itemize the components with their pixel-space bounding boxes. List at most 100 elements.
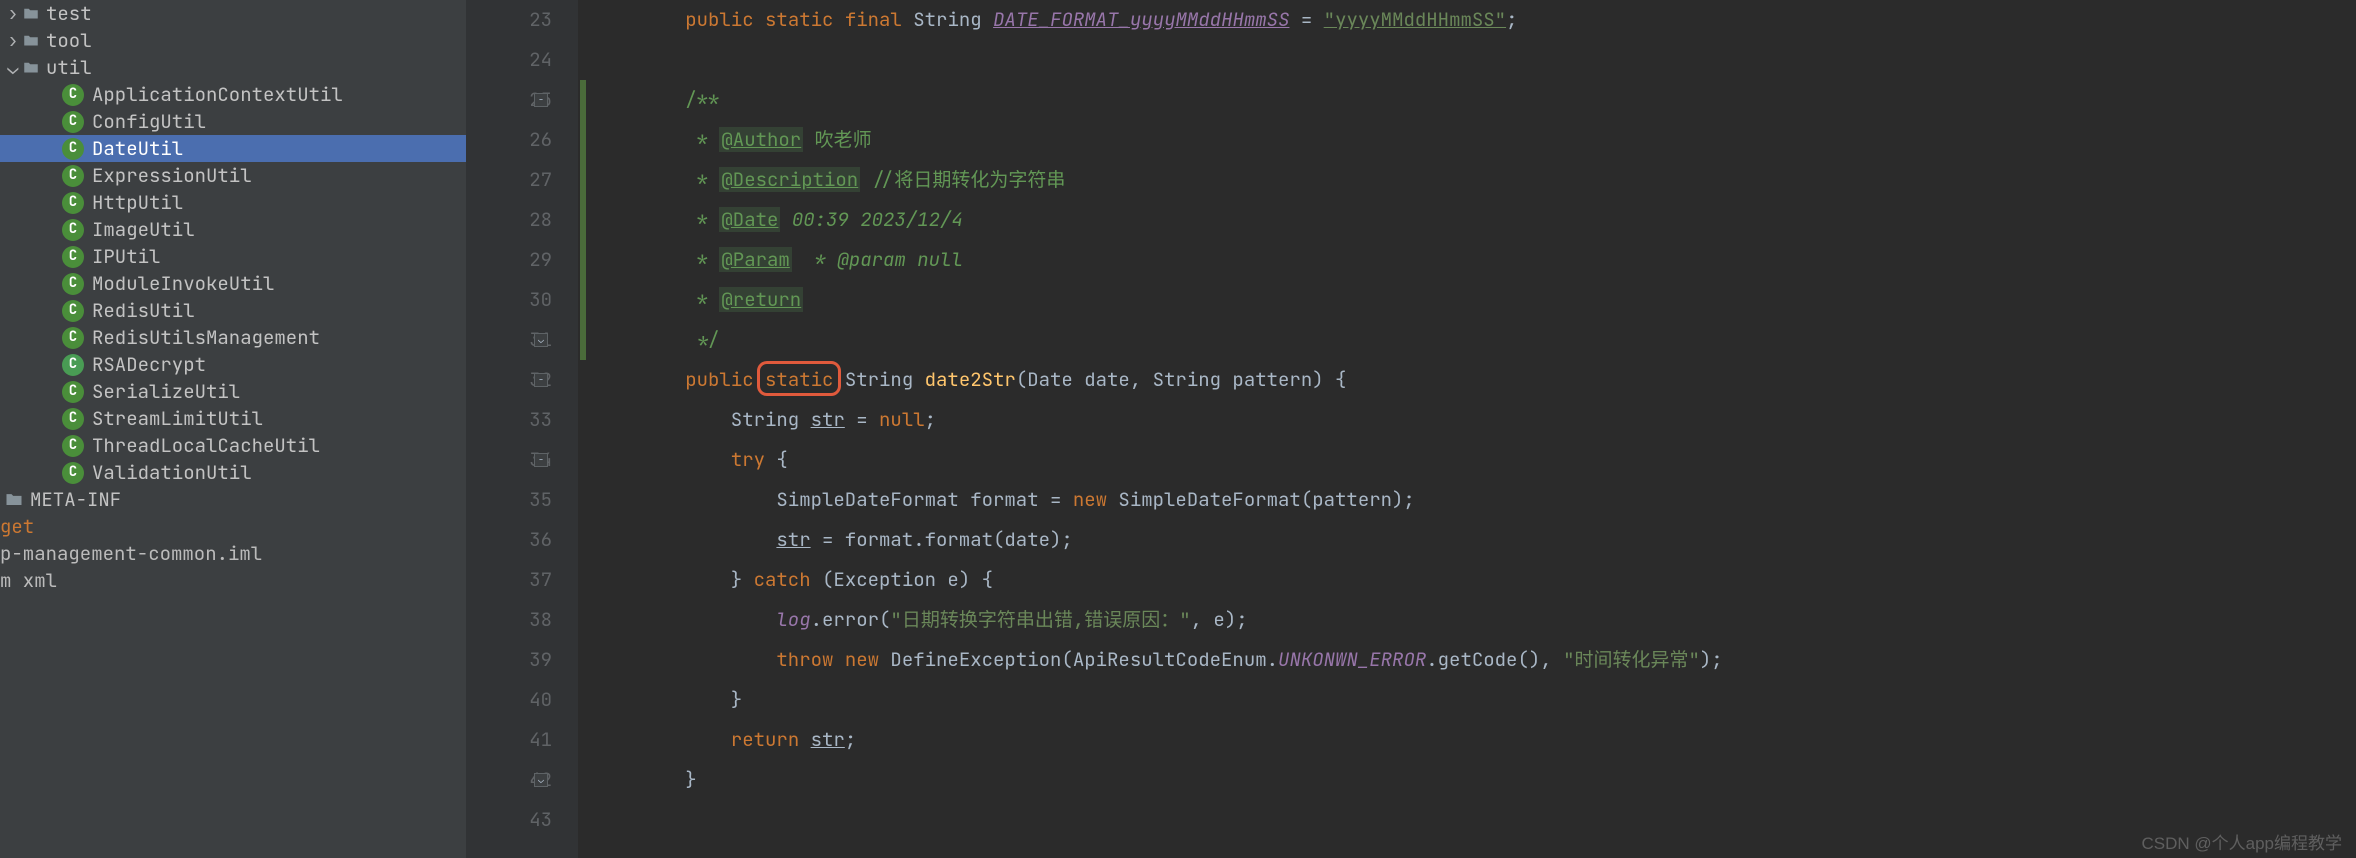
class-icon: C xyxy=(62,138,84,160)
line-number[interactable]: 37 xyxy=(466,560,552,600)
code-line: */ xyxy=(594,320,2356,360)
file-label: RSADecrypt xyxy=(92,351,206,378)
code-line: log.error("日期转换字符串出错,错误原因：", e); xyxy=(594,600,2356,640)
file-label: ModuleInvokeUtil xyxy=(92,270,274,297)
chevron-right-icon: › xyxy=(4,27,22,54)
code-line: public static String date2Str(Date date,… xyxy=(594,360,2356,400)
class-icon: C xyxy=(62,246,84,268)
line-number[interactable]: 31⌄ xyxy=(466,320,552,360)
file-label: ExpressionUtil xyxy=(92,162,252,189)
line-number[interactable]: 28 xyxy=(466,200,552,240)
folder-tool[interactable]: › tool xyxy=(0,27,466,54)
code-line: * @Param * @param null xyxy=(594,240,2356,280)
code-line: SimpleDateFormat format = new SimpleDate… xyxy=(594,480,2356,520)
file-ValidationUtil[interactable]: C ValidationUtil xyxy=(0,459,466,486)
fold-minus-icon[interactable]: − xyxy=(534,453,548,467)
project-tree[interactable]: › test › tool ⌄ util C ApplicationContext… xyxy=(0,0,466,858)
file-ExpressionUtil[interactable]: CExpressionUtil xyxy=(0,162,466,189)
file-ThreadLocalCacheUtil[interactable]: CThreadLocalCacheUtil xyxy=(0,432,466,459)
tree-item-get[interactable]: get xyxy=(0,513,466,540)
line-number[interactable]: 38 xyxy=(466,600,552,640)
line-number[interactable]: 26 xyxy=(466,120,552,160)
class-icon: C xyxy=(62,381,84,403)
file-SerializeUtil[interactable]: CSerializeUtil xyxy=(0,378,466,405)
line-number[interactable]: 34− xyxy=(466,440,552,480)
line-number[interactable]: 42⌄ xyxy=(466,760,552,800)
line-number[interactable]: 27 xyxy=(466,160,552,200)
class-icon: C xyxy=(62,84,84,106)
line-number[interactable]: 41 xyxy=(466,720,552,760)
line-number[interactable]: 40 xyxy=(466,680,552,720)
fold-end-icon[interactable]: ⌄ xyxy=(534,773,548,787)
code-line: * @Date 00:39 2023/12/4 xyxy=(594,200,2356,240)
line-number[interactable]: 33 xyxy=(466,400,552,440)
file-DateUtil[interactable]: CDateUtil xyxy=(0,135,466,162)
fold-minus-icon[interactable]: − xyxy=(534,373,548,387)
file-label: ApplicationContextUtil xyxy=(92,81,343,108)
line-number[interactable]: 32− xyxy=(466,360,552,400)
folder-label: META-INF xyxy=(30,486,121,513)
class-icon: C xyxy=(62,354,84,376)
folder-icon xyxy=(22,32,40,50)
app-root: › test › tool ⌄ util C ApplicationContext… xyxy=(0,0,2356,858)
folder-test[interactable]: › test xyxy=(0,0,466,27)
tree-label: get xyxy=(0,513,34,540)
line-number[interactable]: 24 xyxy=(466,40,552,80)
code-line: } xyxy=(594,680,2356,720)
code-line: throw new DefineException(ApiResultCodeE… xyxy=(594,640,2356,680)
class-icon: C xyxy=(62,435,84,457)
code-line: * @Description //将日期转化为字符串 xyxy=(594,160,2356,200)
file-StreamLimitUtil[interactable]: CStreamLimitUtil xyxy=(0,405,466,432)
gutter[interactable]: 232425−262728293031⌄32−3334−353637383940… xyxy=(466,0,578,858)
chevron-down-icon: ⌄ xyxy=(4,54,22,81)
code-line: * @return xyxy=(594,280,2356,320)
fold-minus-icon[interactable]: − xyxy=(534,93,548,107)
folder-util[interactable]: ⌄ util xyxy=(0,54,466,81)
code-line: /** xyxy=(594,80,2356,120)
line-number[interactable]: 35 xyxy=(466,480,552,520)
code-line: return str; xyxy=(594,720,2356,760)
class-icon: C xyxy=(62,192,84,214)
file-label: ValidationUtil xyxy=(92,459,252,486)
folder-icon xyxy=(22,5,40,23)
code-area[interactable]: public static final String DATE_FORMAT_y… xyxy=(578,0,2356,858)
code-line xyxy=(594,40,2356,80)
line-number[interactable]: 43 xyxy=(466,800,552,840)
tree-item-iml[interactable]: p-management-common.iml xyxy=(0,540,466,567)
code-line: } xyxy=(594,760,2356,800)
line-number[interactable]: 25− xyxy=(466,80,552,120)
class-icon: C xyxy=(62,462,84,484)
file-label: ConfigUtil xyxy=(92,108,206,135)
class-icon: C xyxy=(62,408,84,430)
file-ImageUtil[interactable]: CImageUtil xyxy=(0,216,466,243)
file-RSADecrypt[interactable]: C RSADecrypt xyxy=(0,351,466,378)
fold-end-icon[interactable]: ⌄ xyxy=(534,333,548,347)
line-number[interactable]: 23 xyxy=(466,0,552,40)
code-line xyxy=(594,800,2356,840)
file-HttpUtil[interactable]: CHttpUtil xyxy=(0,189,466,216)
file-IPUtil[interactable]: CIPUtil xyxy=(0,243,466,270)
file-ConfigUtil[interactable]: CConfigUtil xyxy=(0,108,466,135)
folder-meta-inf[interactable]: META-INF xyxy=(0,486,466,513)
line-number[interactable]: 29 xyxy=(466,240,552,280)
code-line: String str = null; xyxy=(594,400,2356,440)
line-number[interactable]: 39 xyxy=(466,640,552,680)
file-RedisUtilsManagement[interactable]: CRedisUtilsManagement xyxy=(0,324,466,351)
code-line: str = format.format(date); xyxy=(594,520,2356,560)
code-line: public static final String DATE_FORMAT_y… xyxy=(594,0,2356,40)
folder-icon xyxy=(22,59,40,77)
chevron-right-icon: › xyxy=(4,0,22,27)
line-number[interactable]: 30 xyxy=(466,280,552,320)
class-icon: C xyxy=(62,273,84,295)
tree-label: p-management-common.iml xyxy=(0,540,262,567)
file-ApplicationContextUtil[interactable]: C ApplicationContextUtil xyxy=(0,81,466,108)
line-number[interactable]: 36 xyxy=(466,520,552,560)
tree-item-xml[interactable]: m xml xyxy=(0,567,466,594)
file-ModuleInvokeUtil[interactable]: C ModuleInvokeUtil xyxy=(0,270,466,297)
file-RedisUtil[interactable]: C RedisUtil xyxy=(0,297,466,324)
code-line: * @Author 吹老师 xyxy=(594,120,2356,160)
file-label: ImageUtil xyxy=(92,216,195,243)
class-icon: C xyxy=(62,300,84,322)
file-label: RedisUtil xyxy=(92,297,195,324)
editor[interactable]: 232425−262728293031⌄32−3334−353637383940… xyxy=(466,0,2356,858)
